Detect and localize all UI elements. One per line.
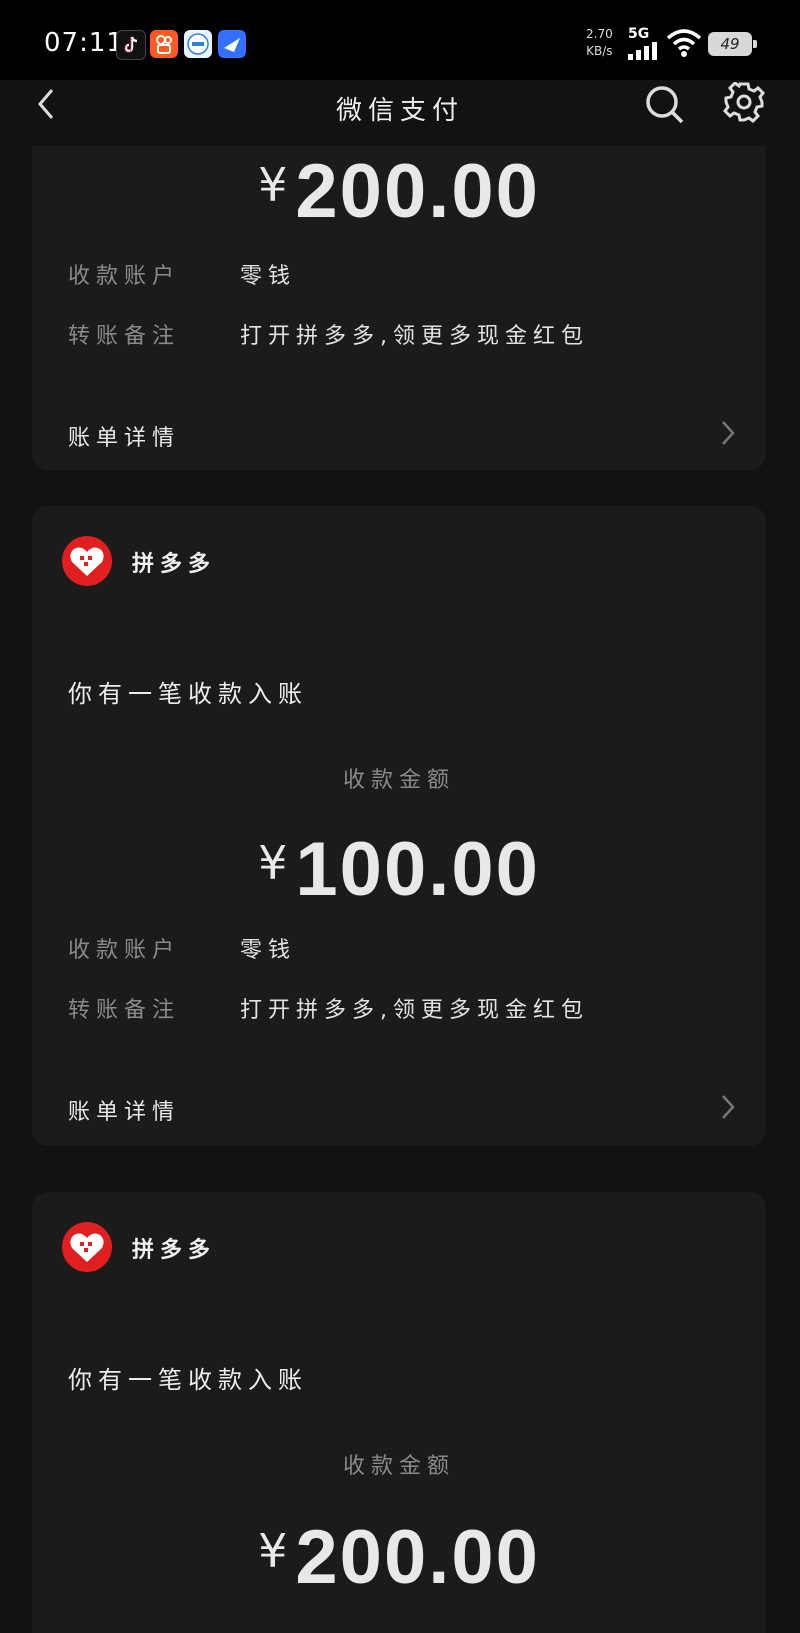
network-speed: 2.70 KB/s: [586, 26, 613, 60]
chevron-right-icon: [722, 1095, 735, 1119]
merchant-name: 拼多多: [132, 552, 217, 577]
wifi-icon: [666, 29, 702, 57]
network-type: 5G: [628, 26, 650, 42]
account-value: 零钱: [240, 264, 297, 289]
currency-symbol: ¥: [258, 836, 288, 890]
payment-card: 拼多多 你有一笔收款入账 收款金额 ¥100.00 收款账户 零钱 转账备注 打…: [32, 506, 766, 1146]
douyin-icon: [116, 30, 146, 60]
chevron-right-icon: [722, 421, 735, 445]
wechat-pay-screen: 微信支付 ¥200.00 收款账户 零钱 转账备注 打开拼多多,领更多现金红包 …: [0, 80, 800, 1633]
remark-label: 转账备注: [68, 324, 181, 349]
feishu-icon: [218, 30, 246, 58]
amount-label: 收款金额: [342, 1454, 455, 1479]
remark-value: 打开拼多多,领更多现金红包: [240, 324, 589, 349]
ifly-icon: [184, 30, 212, 58]
amount-value: 200.00: [295, 149, 540, 234]
battery-indicator: 49: [708, 32, 757, 56]
payment-amount: ¥200.00: [32, 148, 766, 235]
signal-icon: [628, 42, 657, 60]
speed-unit: KB/s: [586, 44, 613, 58]
remark-label: 转账备注: [68, 998, 181, 1023]
notice-text: 你有一笔收款入账: [68, 680, 308, 708]
account-label: 收款账户: [68, 938, 181, 963]
pinduoduo-logo-icon: [62, 536, 112, 586]
search-icon[interactable]: [642, 82, 690, 136]
payment-amount: ¥200.00: [32, 1514, 766, 1601]
pinduoduo-logo-icon: [62, 1222, 112, 1272]
payment-amount: ¥100.00: [32, 826, 766, 913]
speed-value: 2.70: [586, 27, 613, 41]
payment-card: 拼多多 你有一笔收款入账 收款金额 ¥200.00: [32, 1192, 766, 1633]
account-value: 零钱: [240, 938, 297, 963]
account-label: 收款账户: [68, 264, 181, 289]
notice-text: 你有一笔收款入账: [68, 1366, 308, 1394]
merchant-name: 拼多多: [132, 1238, 217, 1263]
amount-label: 收款金额: [342, 768, 455, 793]
amount-value: 200.00: [295, 1515, 540, 1600]
status-time: 07:11: [44, 28, 124, 58]
remark-value: 打开拼多多,领更多现金红包: [240, 998, 589, 1023]
gear-icon[interactable]: [720, 82, 768, 136]
bill-detail-link[interactable]: 账单详情: [68, 1094, 180, 1126]
currency-symbol: ¥: [258, 1524, 288, 1578]
amount-value: 100.00: [295, 827, 540, 912]
bill-detail-link[interactable]: 账单详情: [68, 420, 180, 452]
currency-symbol: ¥: [258, 158, 288, 212]
kuaishou-icon: [150, 30, 178, 58]
nav-bar: 微信支付: [0, 80, 800, 146]
status-bar: 07:11 2.70 KB/s 5G 49: [0, 0, 800, 80]
